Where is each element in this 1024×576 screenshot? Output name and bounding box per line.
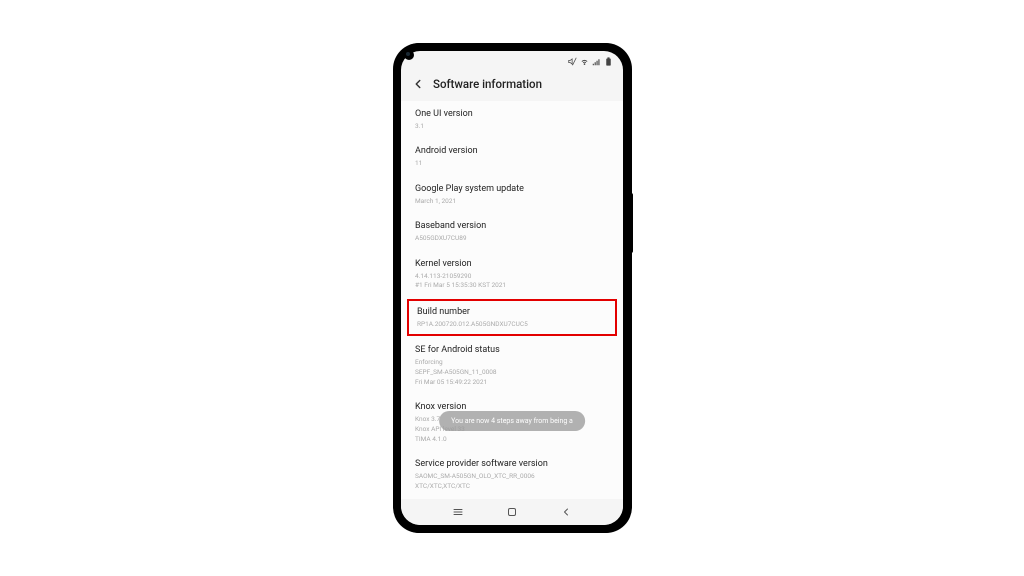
- signal-icon: [592, 57, 601, 66]
- item-service-provider-version[interactable]: Service provider software version SAOMC_…: [401, 451, 623, 498]
- item-one-ui-version[interactable]: One UI version 3.1: [401, 101, 623, 138]
- item-title: SE for Android status: [415, 345, 609, 357]
- item-android-version[interactable]: Android version 11: [401, 138, 623, 175]
- item-sub: RP1A.200720.012.A505GNDXU7CUC5: [417, 320, 607, 329]
- back-nav-icon[interactable]: [560, 506, 572, 518]
- item-sub: XTC/XTC,XTC/XTC: [415, 482, 609, 491]
- battery-icon: [604, 57, 613, 66]
- item-sub: Fri Mar 05 15:49:22 2021: [415, 378, 609, 387]
- item-sub: Enforcing: [415, 358, 609, 367]
- front-camera: [404, 50, 414, 60]
- item-google-play-update[interactable]: Google Play system update March 1, 2021: [401, 176, 623, 213]
- item-title: Android version: [415, 146, 609, 158]
- item-sub: 3.1: [415, 122, 609, 131]
- header: Software information: [401, 71, 623, 101]
- item-title: Baseband version: [415, 221, 609, 233]
- status-bar: [401, 51, 623, 71]
- item-se-android-status[interactable]: SE for Android status Enforcing SEPF_SM-…: [401, 337, 623, 394]
- toast-text: You are now 4 steps away from being a: [451, 417, 573, 425]
- home-icon[interactable]: [506, 506, 518, 518]
- item-title: Service provider software version: [415, 459, 609, 471]
- phone-frame: Software information One UI version 3.1 …: [394, 43, 630, 533]
- item-sub: 4.14.113-21059290: [415, 272, 609, 281]
- item-build-number[interactable]: Build number RP1A.200720.012.A505GNDXU7C…: [407, 299, 617, 336]
- item-sub: March 1, 2021: [415, 197, 609, 206]
- page-title: Software information: [433, 77, 542, 91]
- item-sub: #1 Fri Mar 5 15:35:30 KST 2021: [415, 281, 609, 290]
- item-sub: TIMA 4.1.0: [415, 435, 609, 444]
- item-kernel-version[interactable]: Kernel version 4.14.113-21059290 #1 Fri …: [401, 251, 623, 298]
- wifi-icon: [580, 57, 589, 66]
- item-title: Build number: [417, 307, 607, 319]
- item-title: One UI version: [415, 109, 609, 121]
- item-sub: SEPF_SM-A505GN_11_0008: [415, 368, 609, 377]
- screen: Software information One UI version 3.1 …: [401, 51, 623, 525]
- toast: You are now 4 steps away from being a: [439, 411, 585, 431]
- back-icon[interactable]: [411, 77, 425, 91]
- item-sub: A505GDXU7CU89: [415, 234, 609, 243]
- volume-icon: [568, 57, 577, 66]
- item-title: Google Play system update: [415, 184, 609, 196]
- item-sub: 11: [415, 159, 609, 168]
- item-sub: SAOMC_SM-A505GN_OLO_XTC_RR_0006: [415, 472, 609, 481]
- navigation-bar: [401, 499, 623, 525]
- recents-icon[interactable]: [452, 506, 464, 518]
- item-baseband-version[interactable]: Baseband version A505GDXU7CU89: [401, 213, 623, 250]
- content[interactable]: One UI version 3.1 Android version 11 Go…: [401, 101, 623, 499]
- item-title: Kernel version: [415, 259, 609, 271]
